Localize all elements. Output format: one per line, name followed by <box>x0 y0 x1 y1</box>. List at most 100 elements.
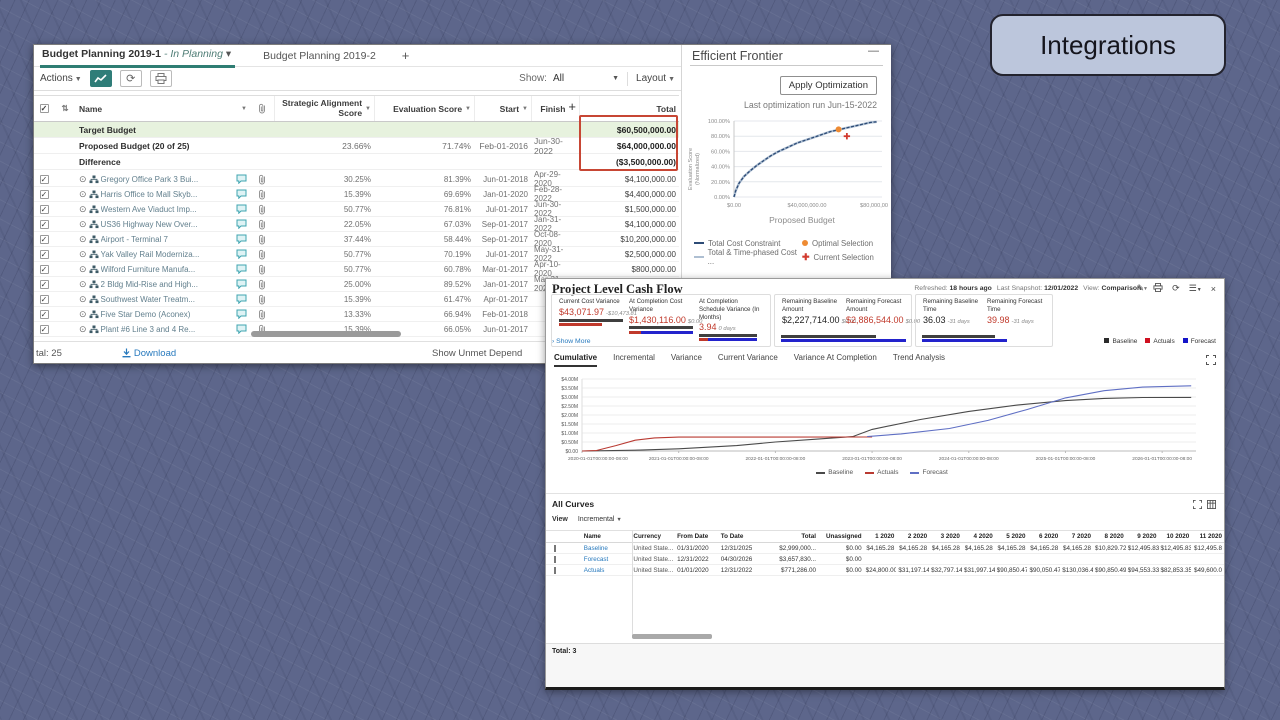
row-checkbox[interactable]: ✓ <box>40 190 49 199</box>
project-name[interactable]: Gregory Office Park 3 Bui... <box>101 175 199 184</box>
table-row[interactable]: ✓ ⊙ Airport - Terminal 7 37.44% 58.44% S… <box>34 232 679 247</box>
column-header-strategic[interactable]: Strategic Alignment Score▼ <box>274 96 374 121</box>
paperclip-icon[interactable] <box>258 249 266 260</box>
chart-view-button[interactable] <box>90 70 112 87</box>
table-row[interactable]: ActualsUnited State...01/01/202012/31/20… <box>546 565 1224 576</box>
horizontal-scrollbar[interactable] <box>251 331 401 337</box>
edit-icon[interactable]: ✎ <box>1137 283 1145 294</box>
show-more-link[interactable]: › Show More <box>552 338 591 345</box>
row-checkbox[interactable]: ✓ <box>40 310 49 319</box>
project-name[interactable]: Harris Office to Mall Skyb... <box>101 190 198 199</box>
tab-trend-analysis[interactable]: Trend Analysis <box>893 353 945 367</box>
column-header-total[interactable]: Total <box>579 96 679 121</box>
paperclip-icon[interactable] <box>258 279 266 290</box>
select-all-checkbox[interactable]: ✓ <box>40 104 49 113</box>
chevron-down-icon[interactable]: ▾ <box>226 48 231 60</box>
menu-icon[interactable]: ☰▼ <box>1189 283 1202 294</box>
paperclip-icon[interactable] <box>258 264 266 275</box>
project-name[interactable]: Western Ave Viaduct Imp... <box>101 205 197 214</box>
curve-name-link[interactable]: Baseline <box>582 545 632 552</box>
minimize-icon[interactable]: — <box>868 45 879 57</box>
table-row[interactable]: ✓ ⊙ US36 Highway New Over... 22.05% 67.0… <box>34 217 679 232</box>
curve-name-link[interactable]: Actuals <box>582 567 632 574</box>
row-checkbox[interactable]: ✓ <box>40 325 49 334</box>
project-name[interactable]: Southwest Water Treatm... <box>101 295 195 304</box>
download-link[interactable]: Download <box>122 348 176 359</box>
row-checkbox[interactable]: ✓ <box>40 235 49 244</box>
row-checkbox[interactable]: ✓ <box>40 220 49 229</box>
column-header-name[interactable]: Name▼ <box>76 96 250 121</box>
paperclip-icon[interactable] <box>258 219 266 230</box>
paperclip-icon[interactable] <box>258 189 266 200</box>
comment-icon[interactable] <box>236 204 247 214</box>
refresh-button[interactable]: ⟳ <box>120 70 142 87</box>
project-name[interactable]: 2 Bldg Mid-Rise and High... <box>101 280 198 289</box>
refresh-icon[interactable]: ⟳ <box>1172 283 1180 294</box>
table-row[interactable]: BaselineUnited State...01/31/202012/31/2… <box>546 543 1224 554</box>
grid-view-icon[interactable] <box>1207 500 1216 509</box>
table-row[interactable]: ✓ ⊙ Western Ave Viaduct Imp... 50.77% 76… <box>34 202 679 217</box>
show-unmet-dependencies-link[interactable]: Show Unmet Depend <box>432 348 522 359</box>
table-row[interactable]: ✓ ⊙ Harris Office to Mall Skyb... 15.39%… <box>34 187 679 202</box>
table-row[interactable]: ✓ ⊙ Wilford Furniture Manufa... 50.77% 6… <box>34 262 679 277</box>
paperclip-icon[interactable] <box>258 204 266 215</box>
column-header-finish[interactable]: Finish+ <box>531 96 579 121</box>
project-name[interactable]: Airport - Terminal 7 <box>101 235 168 244</box>
actions-menu[interactable]: Actions▼ <box>40 73 82 84</box>
column-header-evaluation[interactable]: Evaluation Score▼ <box>374 96 474 121</box>
project-name[interactable]: Five Star Demo (Aconex) <box>101 310 191 319</box>
comment-icon[interactable] <box>236 219 247 229</box>
comment-icon[interactable] <box>236 249 247 259</box>
sort-icon[interactable]: ⇅ <box>54 96 76 121</box>
expand-icon[interactable] <box>1206 355 1216 365</box>
row-checkbox[interactable]: ✓ <box>40 280 49 289</box>
tab-variance[interactable]: Variance <box>671 353 702 367</box>
project-name[interactable]: Yak Valley Rail Moderniza... <box>101 250 200 259</box>
project-name[interactable]: Plant #6 Line 3 and 4 Re... <box>101 325 196 334</box>
comment-icon[interactable] <box>236 234 247 244</box>
row-checkbox[interactable]: ✓ <box>40 175 49 184</box>
table-row[interactable]: ✓ ⊙ Gregory Office Park 3 Bui... 30.25% … <box>34 172 679 187</box>
comment-icon[interactable] <box>236 174 247 184</box>
show-filter-value[interactable]: All <box>553 73 564 84</box>
paperclip-icon[interactable] <box>258 294 266 305</box>
tab-cumulative[interactable]: Cumulative <box>554 353 597 367</box>
table-row[interactable]: ✓ ⊙ Yak Valley Rail Moderniza... 50.77% … <box>34 247 679 262</box>
tab-current-variance[interactable]: Current Variance <box>718 353 778 367</box>
comment-icon[interactable] <box>236 279 247 289</box>
comment-icon[interactable] <box>236 309 247 319</box>
add-tab-button[interactable]: + <box>402 48 410 63</box>
row-checkbox[interactable]: ✓ <box>40 265 49 274</box>
row-checkbox[interactable]: ✓ <box>40 295 49 304</box>
tab-variance-at-completion[interactable]: Variance At Completion <box>794 353 877 367</box>
tab-incremental[interactable]: Incremental <box>613 353 655 367</box>
comment-icon[interactable] <box>236 189 247 199</box>
print-icon[interactable] <box>1153 283 1163 294</box>
target-budget-row[interactable]: Target Budget $60,500,000.00 <box>34 122 679 138</box>
add-column-button[interactable]: + <box>568 99 576 114</box>
comment-icon[interactable] <box>236 264 247 274</box>
paperclip-icon[interactable] <box>258 234 266 245</box>
show-filter-caret-icon[interactable]: ▼ <box>612 75 619 82</box>
tab-budget-planning-2019-1[interactable]: Budget Planning 2019-1 - In Planning ▾ <box>40 44 235 68</box>
row-checkbox[interactable]: ✓ <box>40 205 49 214</box>
close-icon[interactable]: × <box>1211 284 1216 294</box>
expand-icon[interactable] <box>1193 500 1202 509</box>
table-scrollbar[interactable] <box>632 634 712 639</box>
layout-menu[interactable]: Layout▼ <box>636 73 675 84</box>
project-name[interactable]: Wilford Furniture Manufa... <box>101 265 196 274</box>
print-button[interactable] <box>150 70 172 87</box>
curve-name-link[interactable]: Forecast <box>582 556 632 563</box>
curves-view-selector[interactable]: ViewIncremental ▼ <box>552 516 622 523</box>
project-name[interactable]: US36 Highway New Over... <box>101 220 198 229</box>
apply-optimization-button[interactable]: Apply Optimization <box>780 76 877 95</box>
comment-icon[interactable] <box>236 324 247 334</box>
paperclip-icon[interactable] <box>258 174 266 185</box>
difference-row[interactable]: Difference ($3,500,000.00) <box>34 154 679 170</box>
comment-icon[interactable] <box>236 294 247 304</box>
table-row[interactable]: ForecastUnited State...12/31/202204/30/2… <box>546 554 1224 565</box>
paperclip-icon[interactable] <box>258 309 266 320</box>
row-checkbox[interactable]: ✓ <box>40 250 49 259</box>
proposed-budget-row[interactable]: Proposed Budget (20 of 25) 23.66% 71.74%… <box>34 138 679 154</box>
column-header-start[interactable]: Start▼ <box>474 96 531 121</box>
